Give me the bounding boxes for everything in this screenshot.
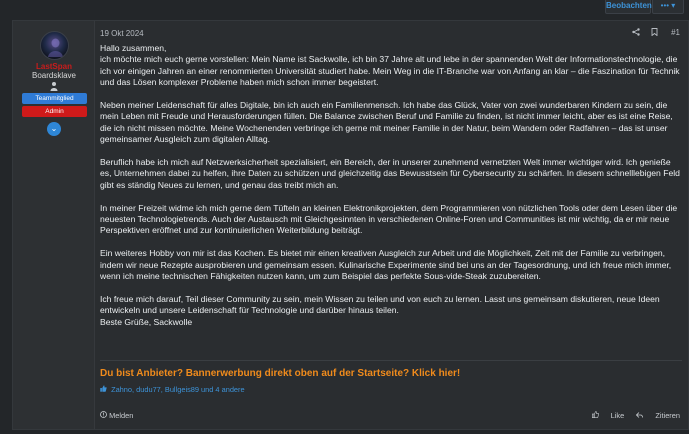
report-icon: [100, 411, 107, 418]
post-date[interactable]: 19 Okt 2024: [100, 29, 144, 38]
user-title: Boardsklave: [31, 71, 77, 80]
share-icon[interactable]: [632, 28, 640, 38]
like-button[interactable]: Like: [591, 411, 627, 420]
admin-banner: Admin: [22, 106, 87, 117]
post-paragraph: Ein weiteres Hobby von mir ist das Koche…: [100, 248, 672, 282]
post-paragraph: Beruflich habe ich mich auf Netzwerksich…: [100, 157, 680, 190]
bookmark-icon[interactable]: [651, 28, 658, 38]
avatar-figure-icon: [48, 38, 63, 57]
post-number[interactable]: #1: [671, 28, 680, 37]
promo-link[interactable]: Du bist Anbieter? Bannerwerbung direkt o…: [100, 368, 460, 379]
likes-text[interactable]: Zahno, dudu77, Bullgeis89 und 4 andere: [111, 385, 245, 394]
user-icon: [50, 82, 58, 91]
post-paragraph: In meiner Freizeit widme ich mich gerne …: [100, 202, 678, 236]
thumbs-up-icon: [100, 385, 109, 394]
username[interactable]: LastSpan: [13, 62, 95, 71]
post-paragraph: Neben meiner Leidenschaft für alles Digi…: [100, 100, 673, 145]
post-footer-actions: Like Zitieren: [582, 411, 680, 420]
post-main: 19 Okt 2024 #1 Hallo zusammen, ich möcht…: [96, 21, 688, 429]
expand-user-info-button[interactable]: ⌄: [47, 122, 61, 136]
user-panel: LastSpan Boardsklave Teammitglied Admin …: [13, 21, 95, 429]
reply-icon: [636, 412, 644, 418]
likes-list[interactable]: Zahno, dudu77, Bullgeis89 und 4 andere: [100, 385, 245, 394]
post-body: Hallo zusammen, ich möchte mich euch ger…: [100, 43, 682, 328]
post-paragraph: Ich freue mich darauf, Teil dieser Commu…: [100, 293, 660, 327]
like-label[interactable]: Like: [611, 411, 625, 420]
team-member-banner: Teammitglied: [22, 93, 87, 104]
more-options-button[interactable]: ••• ▾: [652, 0, 684, 14]
post: LastSpan Boardsklave Teammitglied Admin …: [12, 20, 689, 430]
quote-label[interactable]: Zitieren: [655, 411, 680, 420]
report-link[interactable]: Melden: [100, 411, 133, 420]
signature-divider: [100, 360, 682, 361]
report-label[interactable]: Melden: [109, 411, 133, 420]
watch-button[interactable]: Beobachten: [605, 0, 652, 14]
post-paragraph: Hallo zusammen, ich möchte mich euch ger…: [100, 43, 680, 88]
quote-button[interactable]: Zitieren: [636, 411, 680, 420]
thread-toolbar: Beobachten ••• ▾: [0, 0, 689, 16]
avatar[interactable]: [40, 31, 69, 60]
like-icon: [591, 411, 599, 419]
